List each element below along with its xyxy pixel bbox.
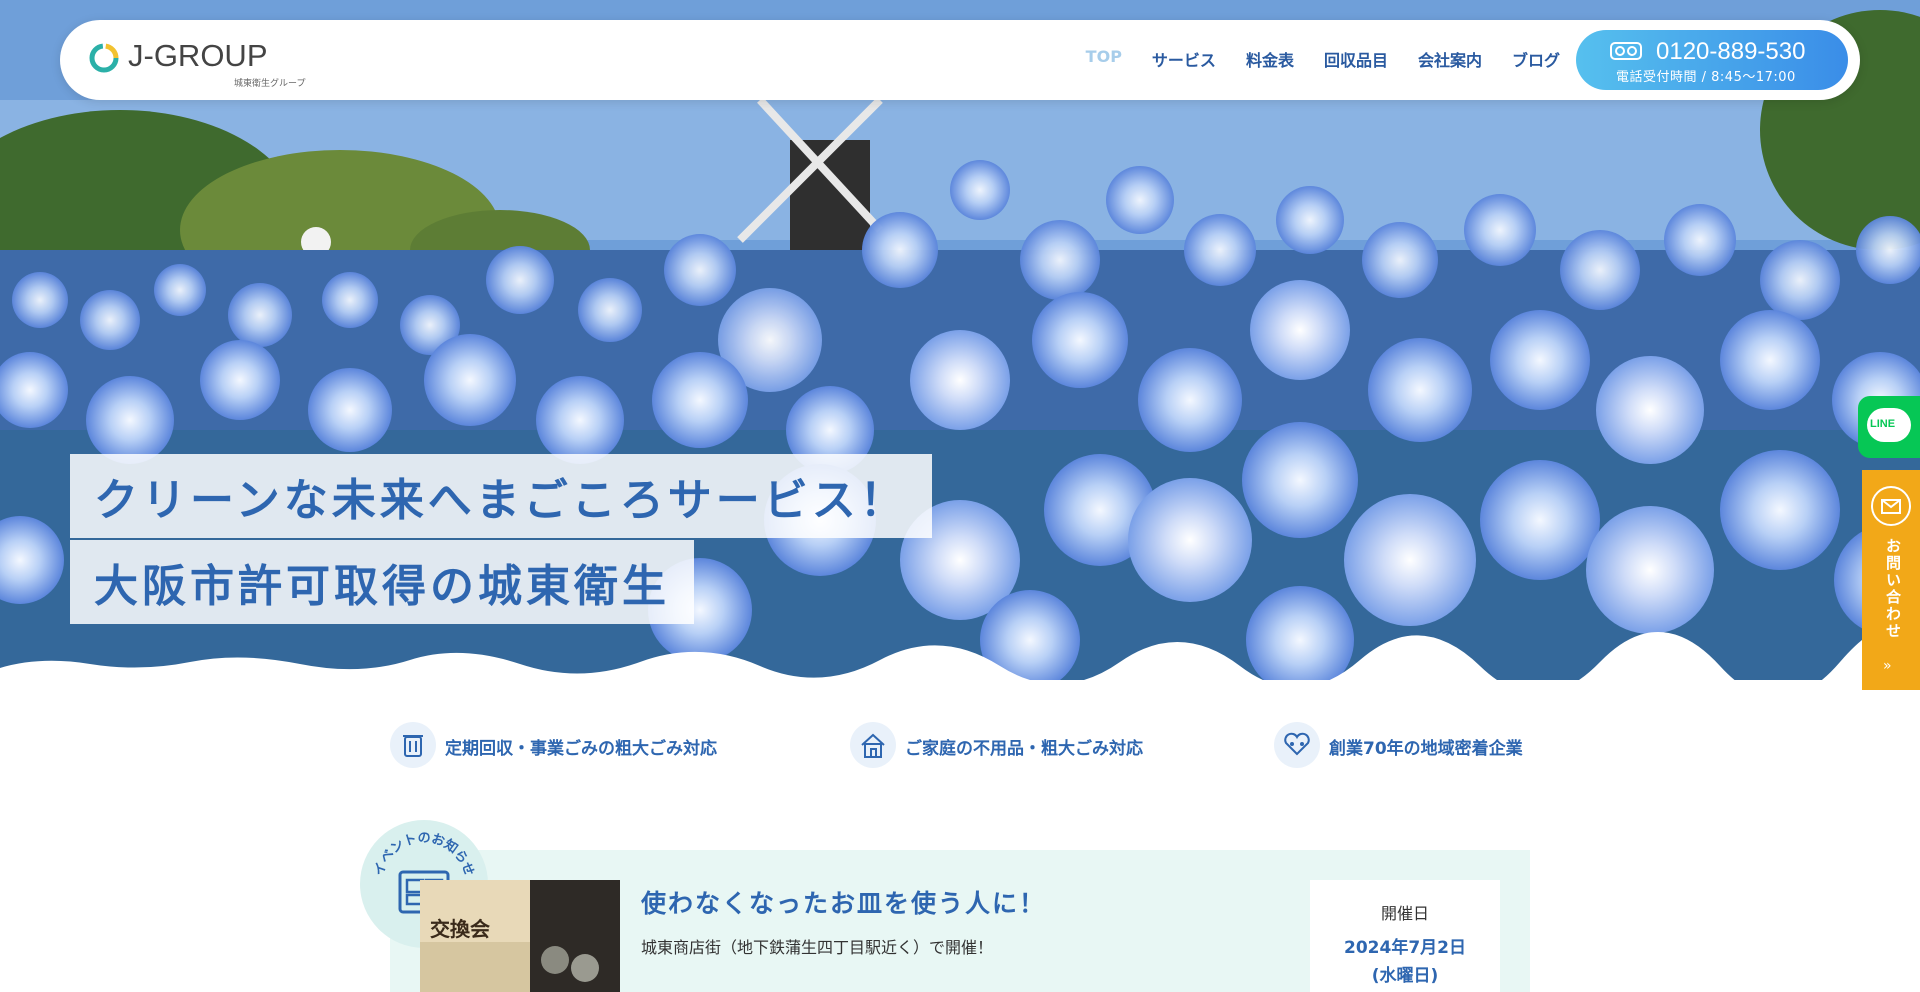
phone-hours: 電話受付時間 / 8:45〜17:00 xyxy=(1616,70,1796,85)
nav-item-service[interactable]: サービス xyxy=(1152,47,1216,71)
double-chevron-icon: » xyxy=(1883,658,1892,674)
hero-catch-line-2: 大阪市許可取得の城東衛生 xyxy=(70,540,694,624)
feature-label: 定期回収・事業ごみの粗大ごみ対応 xyxy=(445,739,717,759)
hero-catch-text-2: 大阪市許可取得の城東衛生 xyxy=(70,540,694,624)
phone-number: 0120-889-530 xyxy=(1656,38,1806,65)
nav-item-blog[interactable]: ブログ xyxy=(1512,47,1560,71)
community-heart-icon xyxy=(1274,722,1320,768)
logo-subtitle: 城東衛生グループ xyxy=(234,79,306,89)
contact-button[interactable]: お問い合わせ » xyxy=(1862,470,1920,690)
event-weekday: (水曜日) xyxy=(1371,966,1439,986)
line-button[interactable]: LINE xyxy=(1858,396,1920,458)
event-photo[interactable]: 交換会 xyxy=(420,880,620,992)
site-header: J-GROUP 城東衛生グループ TOP サービス 料金表 回収品目 会社案内 … xyxy=(60,20,1860,100)
trash-can-icon xyxy=(390,722,436,768)
feature-list: 定期回収・事業ごみの粗大ごみ対応 ご家庭の不用品・粗大ごみ対応 創業70年の地域… xyxy=(390,722,1530,768)
event-date: 2024年7月2日 (水曜日) xyxy=(1310,934,1500,990)
hero-catch-text-1: クリーンな未来へまごころサービス！ xyxy=(70,454,932,538)
event-title[interactable]: 使わなくなったお皿を使う人に！ xyxy=(641,884,1046,920)
event-date-label: 開催日 xyxy=(1380,904,1429,923)
event-date-value: 2024年7月2日 xyxy=(1344,938,1466,958)
mail-icon xyxy=(1871,486,1911,526)
house-icon xyxy=(850,722,896,768)
logo[interactable]: J-GROUP 城東衛生グループ xyxy=(88,36,305,89)
contact-label: お問い合わせ xyxy=(1884,538,1902,640)
nav-item-company[interactable]: 会社案内 xyxy=(1418,47,1482,71)
line-label: LINE xyxy=(1870,418,1896,430)
nav-item-items[interactable]: 回収品目 xyxy=(1324,47,1388,71)
nav-item-price[interactable]: 料金表 xyxy=(1246,47,1294,71)
event-date-box: 開催日 2024年7月2日 (水曜日) xyxy=(1310,880,1500,992)
phone-call-button[interactable]: 0120-889-530 電話受付時間 / 8:45〜17:00 xyxy=(1576,30,1848,90)
logo-text: J-GROUP xyxy=(128,38,268,73)
logo-mark-icon xyxy=(89,43,119,73)
feature-label: 創業70年の地域密着企業 xyxy=(1329,739,1523,759)
hero-catch-line-1: クリーンな未来へまごころサービス！ xyxy=(70,454,932,538)
nav-item-top[interactable]: TOP xyxy=(1086,47,1122,71)
event-description: 城東商店街（地下鉄蒲生四丁目駅近く）で開催！ xyxy=(641,938,994,957)
feature-label: ご家庭の不用品・粗大ごみ対応 xyxy=(905,739,1143,759)
event-photo-text: 交換会 xyxy=(430,917,490,941)
main-nav: TOP サービス 料金表 回収品目 会社案内 ブログ xyxy=(1086,47,1560,71)
free-dial-icon xyxy=(1610,42,1642,60)
